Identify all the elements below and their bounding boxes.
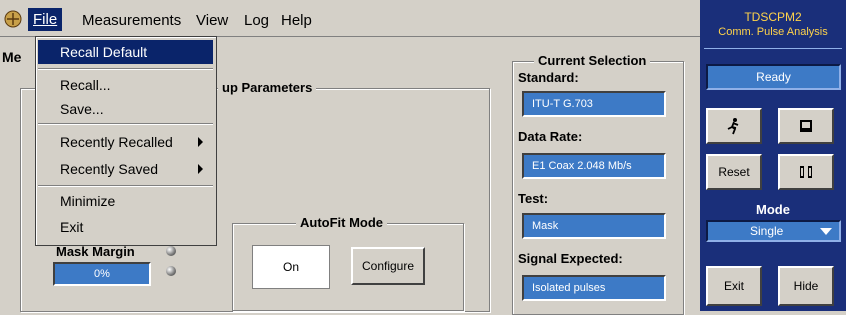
menu-log[interactable]: Log — [240, 11, 273, 30]
autofit-value[interactable]: On — [252, 245, 330, 289]
data-rate-value: E1 Coax 2.048 Mb/s — [532, 160, 632, 172]
menu-file-label: File — [33, 11, 58, 28]
menu-item-label: Recently Recalled — [60, 134, 173, 150]
pause-icon — [800, 166, 812, 178]
menu-bar: File Measurements View Log Help — [0, 0, 700, 37]
chevron-down-icon — [820, 228, 832, 235]
configure-button[interactable]: Configure — [351, 247, 425, 285]
menu-view[interactable]: View — [192, 11, 232, 30]
menu-help-label: Help — [281, 12, 312, 29]
menu-item-recently-recalled[interactable]: Recently Recalled — [38, 130, 213, 154]
mode-label: Mode — [756, 202, 790, 217]
menu-item-save[interactable]: Save... — [38, 97, 213, 121]
exit-button[interactable]: Exit — [706, 266, 762, 306]
mask-margin-knob-icon[interactable] — [166, 266, 176, 276]
menu-item-label: Recall... — [60, 77, 111, 93]
standard-label: Standard: — [518, 70, 579, 85]
menu-log-label: Log — [244, 12, 270, 29]
submenu-arrow-icon — [198, 137, 203, 147]
signal-expected-value: Isolated pulses — [532, 282, 606, 294]
menu-item-recall-default[interactable]: Recall Default — [38, 40, 213, 64]
menu-measurements[interactable]: Measurements — [78, 11, 185, 30]
mask-margin-label: Mask Margin — [56, 244, 135, 259]
mode-value: Single — [750, 224, 784, 238]
configure-button-label: Configure — [361, 259, 415, 273]
test-field: Mask — [522, 213, 666, 239]
submenu-arrow-icon — [198, 164, 203, 174]
divider — [704, 48, 842, 49]
exit-button-label: Exit — [723, 279, 744, 293]
menu-item-label: Recently Saved — [60, 161, 159, 177]
menu-item-label: Minimize — [60, 193, 116, 209]
reset-button[interactable]: Reset — [706, 154, 762, 190]
standard-field: ITU-T G.703 — [522, 91, 666, 117]
menu-measurements-label: Measurements — [82, 12, 182, 29]
data-rate-field: E1 Coax 2.048 Mb/s — [522, 153, 666, 179]
mode-select[interactable]: Single — [706, 220, 841, 242]
tab-fragment[interactable]: Me — [2, 49, 21, 65]
menu-item-label: Recall Default — [60, 44, 148, 60]
mask-margin-knob-icon[interactable] — [166, 246, 176, 256]
menu-item-label: Save... — [60, 101, 104, 117]
stop-icon — [800, 120, 812, 132]
current-selection-title: Current Selection — [534, 53, 651, 68]
test-label: Test: — [518, 191, 549, 206]
hide-button[interactable]: Hide — [778, 266, 834, 306]
menu-view-label: View — [196, 12, 229, 29]
menu-item-minimize[interactable]: Minimize — [38, 189, 213, 213]
app-icon[interactable] — [4, 10, 22, 28]
signal-expected-field: Isolated pulses — [522, 275, 666, 301]
menu-item-exit[interactable]: Exit — [38, 215, 213, 239]
autofit-value-text: On — [282, 260, 299, 274]
status-text: Ready — [756, 70, 791, 84]
menu-separator — [38, 185, 213, 187]
mask-margin-field[interactable]: 0% — [53, 262, 151, 286]
menu-item-recall[interactable]: Recall... — [38, 73, 213, 97]
menu-item-recently-saved[interactable]: Recently Saved — [38, 157, 213, 181]
hide-button-label: Hide — [793, 279, 819, 293]
mask-margin-value: 0% — [94, 268, 110, 280]
pause-button[interactable] — [778, 154, 834, 190]
menu-file[interactable]: File — [28, 8, 63, 31]
menu-separator — [38, 123, 213, 125]
stop-button[interactable] — [778, 108, 834, 144]
reset-button-label: Reset — [718, 165, 750, 179]
autofit-title: AutoFit Mode — [296, 215, 388, 230]
menu-item-label: Exit — [60, 219, 84, 235]
run-button[interactable] — [706, 108, 762, 144]
menu-help[interactable]: Help — [277, 11, 316, 30]
data-rate-label: Data Rate: — [518, 129, 583, 144]
menu-separator — [38, 68, 213, 70]
test-value: Mask — [532, 220, 559, 232]
control-panel: TDSCPM2 Comm. Pulse Analysis Ready Reset… — [700, 0, 846, 311]
signal-expected-label: Signal Expected: — [518, 251, 623, 266]
setup-parameters-title: up Parameters — [218, 80, 317, 95]
app-title: TDSCPM2 — [744, 10, 802, 24]
file-dropdown-menu: Recall Default Recall... Save... Recentl… — [35, 36, 217, 246]
app-subtitle: Comm. Pulse Analysis — [718, 26, 828, 38]
running-figure-icon — [727, 118, 739, 135]
status-field: Ready — [706, 64, 841, 90]
standard-value: ITU-T G.703 — [532, 98, 593, 110]
